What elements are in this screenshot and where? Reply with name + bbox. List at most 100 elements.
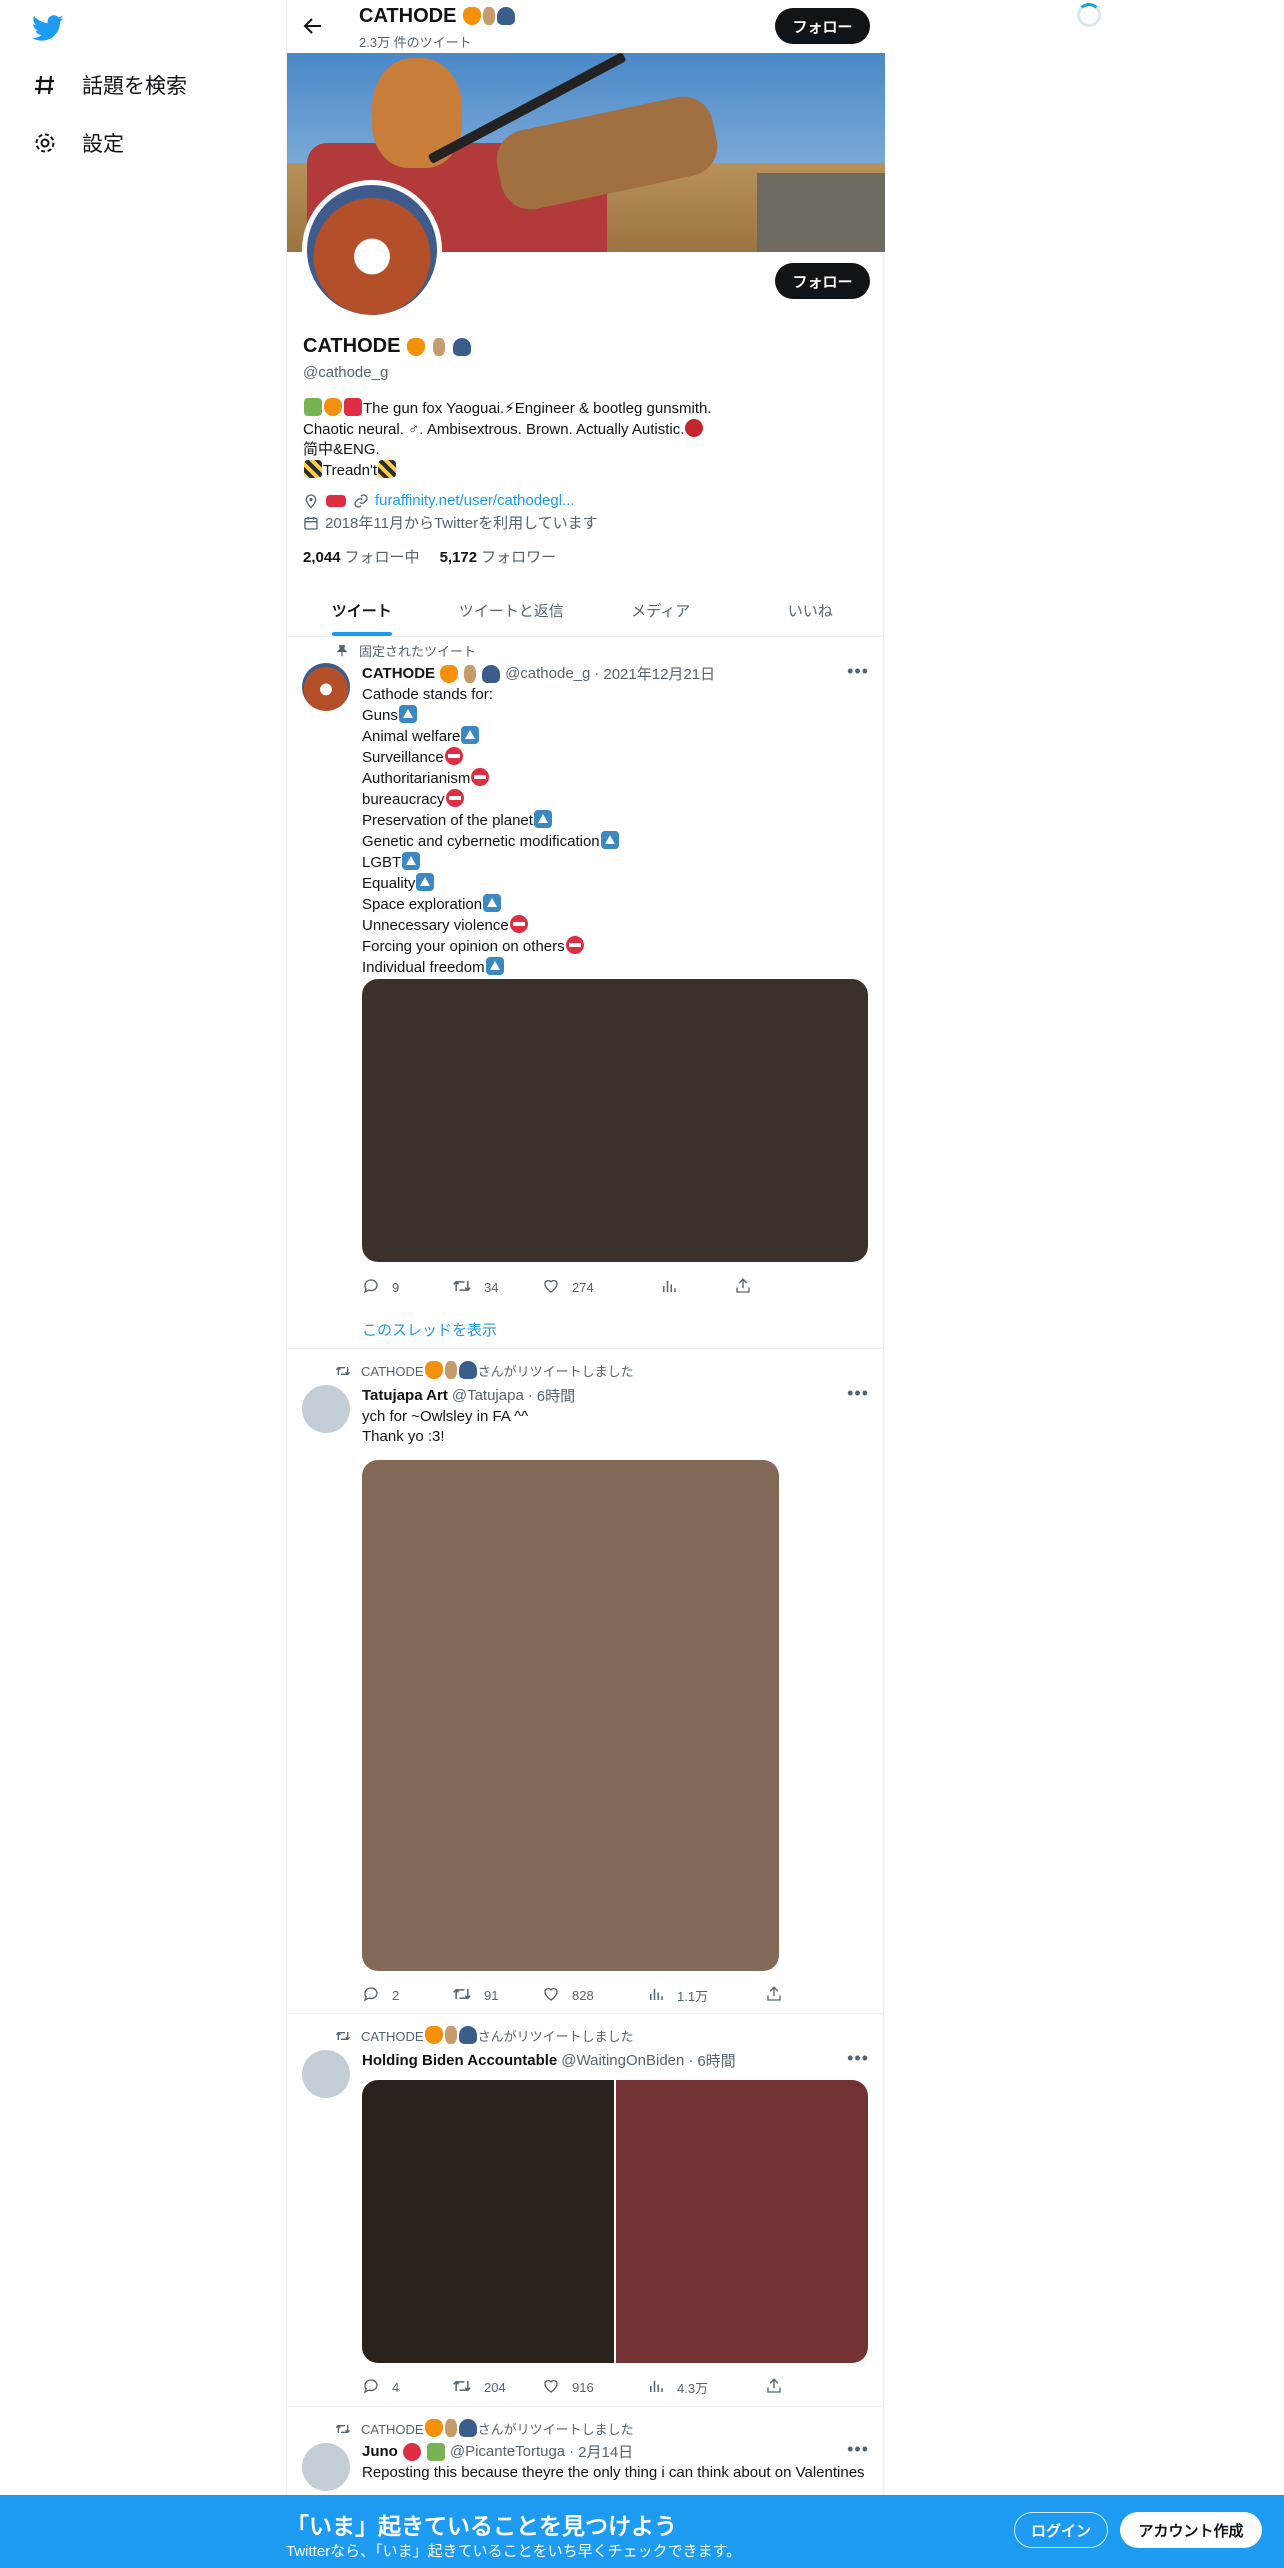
- up-button-emoji: [600, 831, 619, 849]
- like-count: 828: [572, 1988, 594, 2003]
- retweet-context: CATHODE さんがリツイートしました: [335, 2419, 634, 2438]
- bio-line: 简中&ENG.: [303, 441, 380, 458]
- no-entry-emoji: [471, 768, 490, 786]
- tab-media[interactable]: メディア: [586, 584, 736, 636]
- tweet-text-line: Reposting this because theyre the only t…: [362, 2464, 865, 2481]
- tab-tweets[interactable]: ツイート: [287, 584, 437, 636]
- tab-likes[interactable]: いいね: [736, 584, 886, 636]
- bio-line: The gun fox Yaoguai.⚡Engineer & bootleg …: [303, 398, 863, 419]
- tweet-text-line: Guns: [362, 705, 867, 726]
- like-button[interactable]: 916: [542, 2377, 647, 2398]
- tweet-media-gallery[interactable]: [362, 2080, 868, 2363]
- tweet-time[interactable]: 2021年12月21日: [603, 663, 715, 684]
- views-count: 4.3万: [677, 2381, 709, 2396]
- profile-website-link[interactable]: furaffinity.net/user/cathodegl...: [375, 492, 575, 509]
- tweet-header: Holding Biden Accountable @WaitingOnBide…: [362, 2050, 736, 2071]
- signup-button[interactable]: アカウント作成: [1120, 2512, 1262, 2548]
- tweet-avatar[interactable]: [302, 2050, 350, 2098]
- sidebar-item-settings[interactable]: 設定: [32, 128, 124, 158]
- location-pin-icon: [305, 493, 317, 509]
- retweet-button[interactable]: 204: [452, 2377, 542, 2398]
- tweet-text-line: Animal welfare: [362, 726, 867, 747]
- tweet-text: ych for ~Owlsley in FA ^^ Thank yo :3!: [362, 1407, 867, 1447]
- more-options-icon[interactable]: •••: [847, 2439, 869, 2460]
- views-icon: [647, 1985, 665, 2006]
- tweet-retweet[interactable]: CATHODE さんがリツイートしました Holding Biden Accoun…: [287, 2014, 885, 2407]
- media-image[interactable]: [362, 979, 868, 1262]
- more-options-icon[interactable]: •••: [847, 1383, 869, 1404]
- tweet-avatar[interactable]: [302, 1385, 350, 1433]
- pin-icon: [336, 644, 348, 656]
- up-button-emoji: [398, 705, 417, 723]
- reply-icon: [362, 1985, 380, 2006]
- sidebar-item-explore[interactable]: 話題を検索: [32, 70, 187, 100]
- more-options-icon[interactable]: •••: [847, 2048, 869, 2069]
- media-image[interactable]: [616, 2080, 868, 2363]
- like-button[interactable]: 828: [542, 1985, 647, 2006]
- login-button[interactable]: ログイン: [1014, 2512, 1108, 2548]
- show-thread-link[interactable]: このスレッドを表示: [362, 1319, 497, 1340]
- share-button[interactable]: [765, 2377, 805, 2398]
- tweet-actions: 4 204 916 4.3万: [362, 2377, 805, 2398]
- tweet-author-name[interactable]: Tatujapa Art: [362, 1387, 448, 1404]
- like-count: 916: [572, 2380, 594, 2395]
- back-arrow-icon[interactable]: [301, 14, 325, 38]
- bio-line: Treadn't: [303, 460, 863, 481]
- tweet-avatar[interactable]: [302, 2443, 350, 2491]
- tweet-text-line: Space exploration: [362, 894, 867, 915]
- tweet-author-name[interactable]: CATHODE: [362, 665, 435, 682]
- tweet-author-name[interactable]: Holding Biden Accountable: [362, 2052, 557, 2069]
- profile-joined: 2018年11月からTwitterを利用しています: [303, 512, 598, 533]
- like-count: 274: [572, 1280, 594, 1295]
- tweet-avatar[interactable]: [302, 663, 350, 711]
- like-button[interactable]: 274: [542, 1277, 660, 1298]
- tweet-text-line: Surveillance: [362, 747, 867, 768]
- tweet-time[interactable]: 6時間: [697, 2050, 735, 2071]
- tab-tweets-and-replies[interactable]: ツイートと返信: [437, 584, 587, 636]
- profile-avatar[interactable]: [302, 180, 442, 320]
- tweet-media-image[interactable]: [362, 1460, 779, 1971]
- eighteen-emoji: [685, 419, 704, 437]
- followers-link[interactable]: 5,172 フォロワー: [440, 546, 557, 567]
- share-button[interactable]: [765, 1985, 805, 2006]
- twitter-logo-icon[interactable]: [30, 12, 66, 44]
- reply-button[interactable]: 2: [362, 1985, 452, 2006]
- tweet-text-line: LGBT: [362, 852, 867, 873]
- fox-emoji: [462, 7, 481, 25]
- left-sidebar: 話題を検索 設定: [0, 0, 286, 2568]
- header-follow-button[interactable]: フォロー: [775, 8, 870, 44]
- retweet-count: 34: [484, 1280, 499, 1295]
- tweet-retweet[interactable]: CATHODE さんがリツイートしました Juno @PicanteTortuga…: [287, 2407, 885, 2497]
- tweet-author-handle: @cathode_g: [505, 665, 591, 682]
- tweet-text-line: Unnecessary violence: [362, 915, 867, 936]
- retweet-icon: [452, 2377, 472, 2398]
- media-image[interactable]: [362, 1460, 779, 1971]
- tweet-pinned[interactable]: 固定されたツイート CATHODE @cathode_g · 2021年12月2…: [287, 637, 885, 1349]
- media-image[interactable]: [362, 2080, 614, 2363]
- views-button[interactable]: 1.1万: [647, 1985, 765, 2006]
- reply-button[interactable]: 4: [362, 2377, 452, 2398]
- up-button-emoji: [402, 852, 421, 870]
- police-emoji: [482, 664, 501, 683]
- tweet-time[interactable]: 6時間: [537, 1385, 575, 1406]
- more-options-icon[interactable]: •••: [847, 661, 869, 682]
- retweet-button[interactable]: 34: [452, 1277, 542, 1298]
- tweet-text-line: Thank yo :3!: [362, 1428, 445, 1445]
- tweet-header: CATHODE @cathode_g · 2021年12月21日: [362, 663, 716, 684]
- share-button[interactable]: [734, 1277, 774, 1298]
- views-button[interactable]: [660, 1277, 734, 1298]
- profile-follow-button[interactable]: フォロー: [775, 263, 870, 299]
- tweet-retweet[interactable]: CATHODE さんがリツイートしました Tatujapa Art @Tatuja…: [287, 1349, 885, 2014]
- link-icon: [354, 493, 368, 508]
- tweet-time[interactable]: 2月14日: [578, 2441, 633, 2462]
- tweet-media-image[interactable]: [362, 979, 868, 1262]
- following-link[interactable]: 2,044 フォロー中: [303, 546, 420, 567]
- retweet-button[interactable]: 91: [452, 1985, 542, 2006]
- loading-spinner-icon: [1077, 3, 1101, 27]
- up-button-emoji: [483, 894, 502, 912]
- views-button[interactable]: 4.3万: [647, 2377, 765, 2398]
- tweet-author-name[interactable]: Juno: [362, 2443, 398, 2460]
- construction-emoji: [304, 460, 322, 478]
- reply-button[interactable]: 9: [362, 1277, 452, 1298]
- no-entry-emoji: [565, 936, 584, 954]
